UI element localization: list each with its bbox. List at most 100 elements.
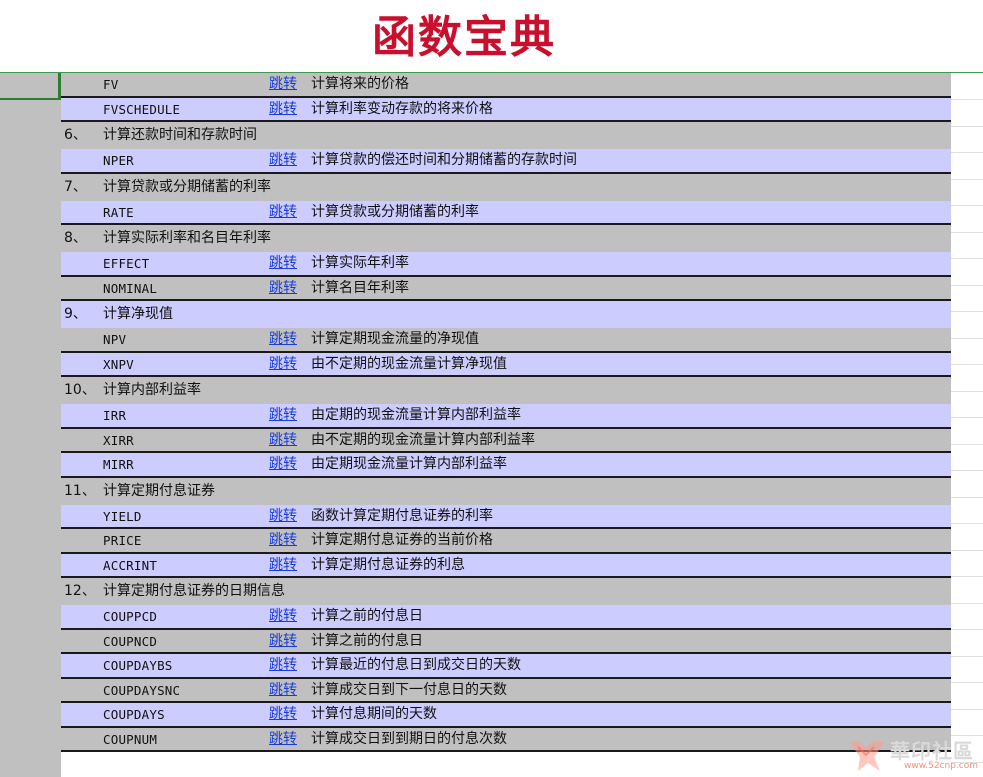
function-name: COUPNUM — [103, 731, 158, 747]
function-row[interactable]: FVSCHEDULE 跳转 计算利率变动存款的将来价格 — [61, 97, 951, 122]
function-row[interactable]: MIRR 跳转 由定期现金流量计算内部利益率 — [61, 453, 951, 478]
section-title: 计算定期付息证券 — [103, 482, 215, 499]
function-name: NPER — [103, 153, 134, 168]
grid-line — [951, 126, 983, 127]
jump-link[interactable]: 跳转 — [269, 252, 297, 275]
function-description: 计算之前的付息日 — [311, 608, 423, 624]
grid-line — [951, 152, 983, 153]
function-row[interactable]: COUPNCD 跳转 计算之前的付息日 — [61, 629, 951, 654]
function-description: 计算贷款或分期储蓄的利率 — [311, 203, 479, 220]
function-row[interactable]: ACCRINT 跳转 计算定期付息证券的利息 — [61, 553, 951, 578]
function-name: MIRR — [103, 457, 134, 472]
grid-line — [951, 603, 983, 604]
jump-link[interactable]: 跳转 — [269, 404, 297, 427]
function-name: COUPDAYS — [103, 707, 165, 722]
left-gutter-column[interactable] — [0, 73, 61, 777]
grid-line — [951, 523, 983, 524]
function-description: 由不定期的现金流量计算净现值 — [311, 355, 507, 372]
function-description: 由不定期的现金流量计算内部利益率 — [311, 431, 535, 448]
selected-cell[interactable] — [0, 73, 61, 100]
function-row[interactable]: PRICE 跳转 计算定期付息证券的当前价格 — [61, 529, 951, 554]
function-row[interactable]: IRR 跳转 由定期的现金流量计算内部利益率 — [61, 404, 951, 429]
function-row[interactable]: COUPPCD 跳转 计算之前的付息日 — [61, 605, 951, 630]
jump-link[interactable]: 跳转 — [269, 630, 297, 653]
section-title: 计算净现值 — [103, 306, 173, 322]
grid-line — [951, 179, 983, 180]
section-title: 计算贷款或分期储蓄的利率 — [103, 178, 271, 195]
grid-line — [951, 311, 983, 312]
jump-link[interactable]: 跳转 — [269, 703, 297, 726]
jump-link[interactable]: 跳转 — [269, 98, 297, 121]
jump-link[interactable]: 跳转 — [269, 505, 297, 528]
jump-link[interactable]: 跳转 — [269, 605, 297, 628]
function-row[interactable]: COUPNUM 跳转 计算成交日到到期日的付息次数 — [61, 727, 951, 752]
grid-line — [951, 205, 983, 206]
jump-link[interactable]: 跳转 — [269, 529, 297, 552]
section-number: 11、 — [64, 482, 96, 499]
function-row[interactable]: FV 跳转 计算将来的价格 — [61, 73, 951, 98]
function-name: COUPDAYSNC — [103, 682, 181, 698]
function-name: YIELD — [103, 508, 142, 524]
function-description: 计算最近的付息日到成交日的天数 — [311, 657, 521, 673]
grid-line — [951, 576, 983, 577]
grid-line — [951, 232, 983, 233]
grid-line — [951, 338, 983, 339]
function-row[interactable]: EFFECT 跳转 计算实际年利率 — [61, 252, 951, 277]
section-number: 7、 — [64, 178, 87, 195]
function-row[interactable]: COUPDAYSNC 跳转 计算成交日到下一付息日的天数 — [61, 678, 951, 703]
jump-link[interactable]: 跳转 — [269, 679, 297, 702]
grid-line — [951, 417, 983, 418]
jump-link[interactable]: 跳转 — [269, 73, 297, 96]
function-row[interactable]: NPER 跳转 计算贷款的偿还时间和分期储蓄的存款时间 — [61, 149, 951, 174]
function-row[interactable]: NOMINAL 跳转 计算名目年利率 — [61, 276, 951, 301]
jump-link[interactable]: 跳转 — [269, 201, 297, 224]
function-description: 计算定期付息证券的利息 — [311, 556, 465, 573]
jump-link[interactable]: 跳转 — [269, 277, 297, 300]
grid-line — [951, 656, 983, 657]
function-row[interactable]: COUPDAYBS 跳转 计算最近的付息日到成交日的天数 — [61, 654, 951, 679]
section-number: 12、 — [64, 583, 96, 599]
function-description: 计算付息期间的天数 — [311, 706, 437, 722]
section-title: 计算定期付息证券的日期信息 — [103, 583, 285, 599]
jump-link[interactable]: 跳转 — [269, 353, 297, 376]
jump-link[interactable]: 跳转 — [269, 429, 297, 452]
function-description: 计算成交日到到期日的付息次数 — [311, 730, 507, 747]
function-row[interactable]: XNPV 跳转 由不定期的现金流量计算净现值 — [61, 352, 951, 377]
section-header-row[interactable]: 8、 计算实际利率和名目年利率 — [61, 225, 951, 252]
section-header-row[interactable]: 11、 计算定期付息证券 — [61, 477, 951, 505]
section-number: 9、 — [64, 306, 87, 322]
function-row[interactable]: NPV 跳转 计算定期现金流量的净现值 — [61, 328, 951, 353]
section-header-row[interactable]: 10、 计算内部利益率 — [61, 377, 951, 404]
function-name: PRICE — [103, 533, 142, 548]
section-number: 10、 — [64, 382, 96, 398]
function-row[interactable]: XIRR 跳转 由不定期的现金流量计算内部利益率 — [61, 428, 951, 453]
function-row[interactable]: COUPDAYS 跳转 计算付息期间的天数 — [61, 703, 951, 728]
section-header-row[interactable]: 6、 计算还款时间和存款时间 — [61, 122, 951, 149]
grid-line — [951, 99, 983, 100]
function-name: COUPDAYBS — [103, 658, 173, 673]
grid-line — [951, 364, 983, 365]
jump-link[interactable]: 跳转 — [269, 728, 297, 751]
jump-link[interactable]: 跳转 — [269, 554, 297, 577]
section-header-row[interactable]: 9、 计算净现值 — [61, 301, 951, 328]
section-header-row[interactable]: 7、 计算贷款或分期储蓄的利率 — [61, 173, 951, 201]
jump-link[interactable]: 跳转 — [269, 149, 297, 172]
jump-link[interactable]: 跳转 — [269, 328, 297, 351]
section-header-row[interactable]: 12、 计算定期付息证券的日期信息 — [61, 578, 951, 605]
function-name: XIRR — [103, 432, 134, 448]
section-title: 计算内部利益率 — [103, 382, 201, 398]
function-description: 计算贷款的偿还时间和分期储蓄的存款时间 — [311, 152, 577, 168]
function-table: FV 跳转 计算将来的价格 FVSCHEDULE 跳转 计算利率变动存款的将来价格 6、 计算… — [61, 73, 951, 752]
function-row[interactable]: RATE 跳转 计算贷款或分期储蓄的利率 — [61, 200, 951, 225]
function-name: RATE — [103, 204, 134, 220]
function-row[interactable]: YIELD 跳转 函数计算定期付息证券的利率 — [61, 504, 951, 529]
grid-line — [951, 258, 983, 259]
grid-line — [951, 285, 983, 286]
function-description: 计算之前的付息日 — [311, 632, 423, 649]
function-name: COUPNCD — [103, 633, 158, 649]
grid-line — [951, 391, 983, 392]
jump-link[interactable]: 跳转 — [269, 654, 297, 677]
grid-line — [951, 762, 983, 763]
section-title: 计算实际利率和名目年利率 — [103, 230, 271, 246]
jump-link[interactable]: 跳转 — [269, 453, 297, 476]
